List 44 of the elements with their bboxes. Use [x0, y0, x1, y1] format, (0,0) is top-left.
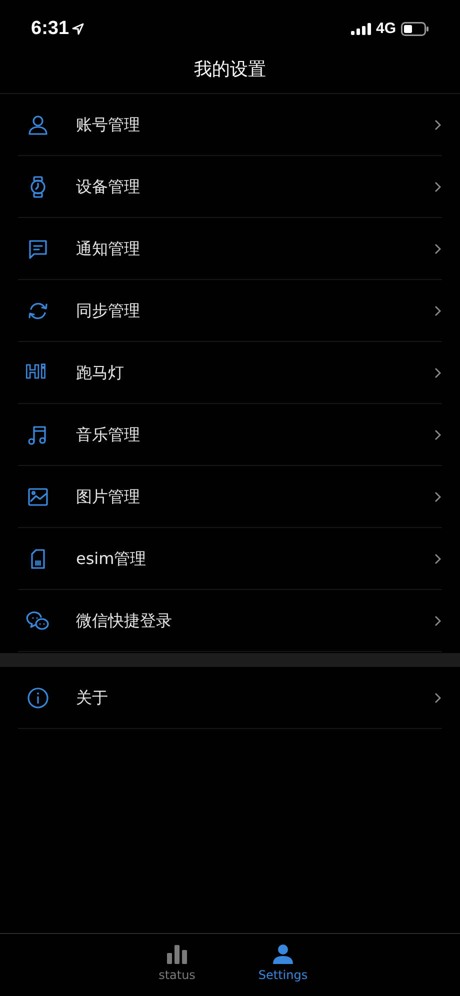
row-label: 音乐管理 — [76, 424, 141, 446]
person-icon — [26, 112, 50, 136]
chat-bubbles-icon — [26, 608, 50, 632]
info-icon — [26, 686, 50, 710]
chevron-right-icon — [434, 304, 442, 316]
settings-row[interactable]: 关于 — [18, 667, 442, 729]
chevron-right-icon — [434, 118, 442, 130]
battery-icon — [401, 22, 429, 36]
settings-row[interactable]: esim管理 — [18, 528, 442, 590]
row-label: 通知管理 — [76, 238, 141, 260]
row-label: 同步管理 — [76, 300, 141, 322]
settings-row[interactable]: 音乐管理 — [18, 404, 442, 466]
location-arrow-icon — [72, 23, 84, 35]
row-label: 微信快捷登录 — [76, 610, 173, 632]
chevron-right-icon — [434, 552, 442, 564]
chevron-right-icon — [434, 180, 442, 192]
settings-row[interactable]: 图片管理 — [18, 466, 442, 528]
settings-row[interactable]: Hi 跑马灯 — [18, 342, 442, 404]
row-label: 账号管理 — [76, 114, 141, 136]
settings-row[interactable]: 设备管理 — [18, 156, 442, 218]
hi-logo: Hi — [25, 364, 46, 382]
page-title: 我的设置 — [194, 58, 266, 82]
chevron-right-icon — [434, 490, 442, 502]
row-label: 关于 — [76, 686, 109, 708]
row-label: 跑马灯 — [76, 362, 125, 384]
settings-row[interactable]: 通知管理 — [18, 218, 442, 280]
row-label: 设备管理 — [76, 176, 141, 198]
settings-row[interactable]: 同步管理 — [18, 280, 442, 342]
row-label: 图片管理 — [76, 486, 141, 508]
bar-chart-icon — [166, 944, 188, 964]
settings-row[interactable]: 账号管理 — [18, 94, 442, 156]
tab-item[interactable]: status — [147, 944, 207, 986]
chevron-right-icon — [434, 242, 442, 254]
network-label: 4G — [376, 18, 396, 39]
tab-item[interactable]: Settings — [253, 944, 313, 986]
person-icon — [272, 944, 294, 964]
settings-row[interactable]: 微信快捷登录 — [18, 590, 442, 652]
chevron-right-icon — [434, 366, 442, 378]
status-time: 6:31 — [31, 16, 70, 41]
signal-icon — [350, 23, 371, 35]
chevron-right-icon — [434, 428, 442, 440]
chevron-right-icon — [434, 692, 442, 704]
chevron-right-icon — [434, 614, 442, 626]
row-label: esim管理 — [76, 548, 148, 570]
